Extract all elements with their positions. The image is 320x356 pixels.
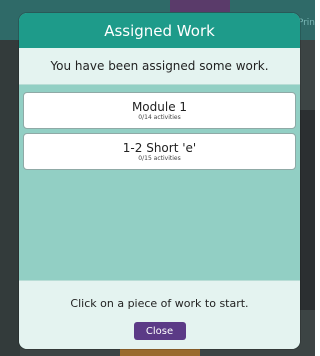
background-left-shade [0, 40, 20, 356]
work-item-progress: 0/14 activities [138, 113, 181, 121]
background-bottom-block [120, 348, 200, 356]
dialog-header: Assigned Work [19, 13, 300, 48]
work-item-title: Module 1 [131, 99, 188, 114]
footer-instruction: Click on a piece of work to start. [70, 297, 249, 310]
work-item-module-1[interactable]: Module 1 0/14 activities [23, 92, 296, 129]
intro-band: You have been assigned some work. [19, 48, 300, 85]
background-corner-text: Prin [297, 18, 315, 28]
background-purple-block [170, 0, 230, 12]
close-button[interactable]: Close [133, 322, 186, 340]
work-item-short-e[interactable]: 1-2 Short 'e' 0/15 activities [23, 133, 296, 170]
work-list: Module 1 0/14 activities 1-2 Short 'e' 0… [19, 85, 300, 170]
footer-band: Click on a piece of work to start. Close [19, 280, 300, 349]
work-item-title: 1-2 Short 'e' [122, 140, 197, 155]
work-item-progress: 0/15 activities [138, 154, 181, 162]
dialog-title: Assigned Work [104, 21, 215, 40]
intro-text: You have been assigned some work. [50, 59, 269, 73]
assigned-work-dialog: Assigned Work You have been assigned som… [19, 13, 300, 349]
